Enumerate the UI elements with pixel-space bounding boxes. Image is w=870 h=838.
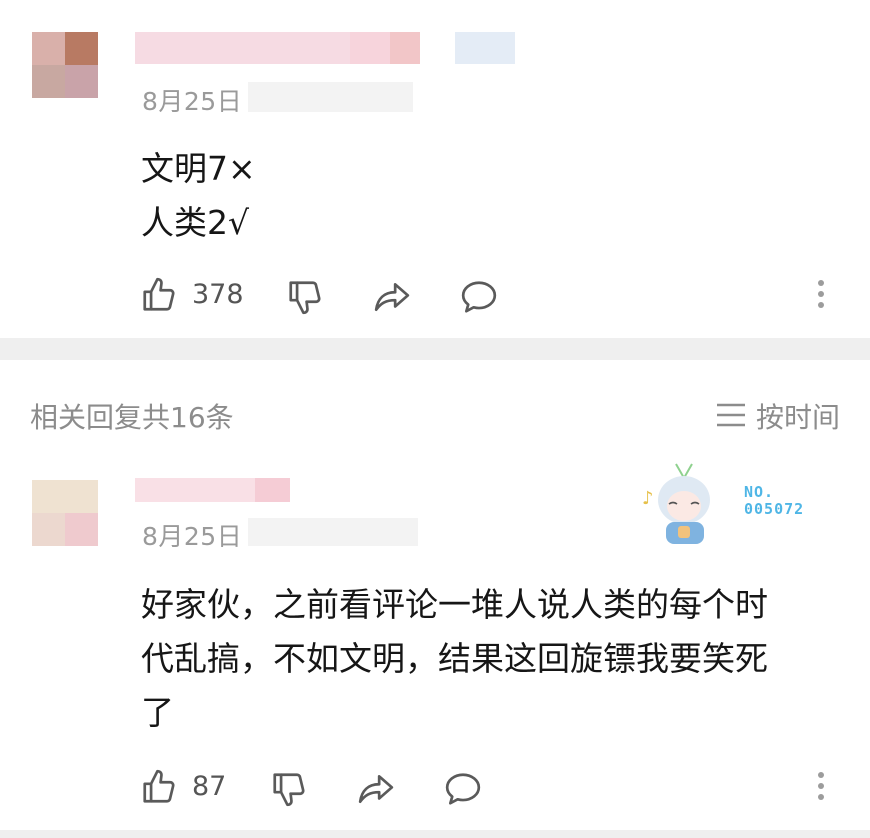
chibi-character-icon: ♪	[642, 463, 710, 544]
like-count: 87	[192, 771, 227, 802]
comment-icon[interactable]	[459, 278, 499, 316]
more-options-icon[interactable]	[818, 772, 824, 805]
username-blurred[interactable]	[135, 478, 290, 502]
avatar[interactable]	[32, 480, 98, 546]
bottom-divider	[0, 830, 870, 838]
badge-line: NO.	[744, 483, 775, 501]
fan-badge[interactable]: ♪ NO. 005072	[636, 452, 836, 552]
comment-text: 文明7× 人类2√	[141, 142, 256, 250]
reply-line: 好家伙，之前看评论一堆人说人类的每个时	[141, 585, 768, 624]
like-button[interactable]: 378	[140, 276, 250, 314]
share-icon[interactable]	[372, 278, 412, 316]
thumbs-down-icon[interactable]	[270, 770, 308, 808]
badge-line: 005072	[744, 500, 805, 518]
more-options-icon[interactable]	[818, 280, 824, 313]
comment-icon[interactable]	[443, 770, 483, 808]
sort-label: 按时间	[756, 401, 841, 434]
thumbs-up-icon	[143, 769, 175, 803]
replies-header: 相关回复共16条	[30, 401, 234, 434]
comment-line: 文明7×	[141, 149, 256, 188]
comment-line: 人类2√	[141, 203, 250, 242]
svg-text:♪: ♪	[642, 488, 654, 509]
thumbs-up-icon	[143, 277, 175, 311]
section-divider	[0, 338, 870, 360]
share-icon[interactable]	[356, 770, 396, 808]
like-button[interactable]: 87	[140, 768, 240, 806]
like-count: 378	[192, 279, 244, 310]
comment-date: 8月25日	[142, 87, 243, 116]
username-blurred[interactable]	[135, 32, 515, 64]
sort-lines-icon	[717, 403, 745, 427]
reply-line: 了	[141, 693, 174, 732]
reply-date: 8月25日	[142, 522, 243, 551]
badge-number: NO. 005072	[744, 484, 804, 518]
meta-blurred	[248, 518, 418, 546]
reply-text: 好家伙，之前看评论一堆人说人类的每个时 代乱搞，不如文明，结果这回旋镖我要笑死 …	[141, 578, 768, 740]
reply-line: 代乱搞，不如文明，结果这回旋镖我要笑死	[141, 639, 768, 678]
thumbs-down-icon[interactable]	[286, 278, 324, 316]
avatar[interactable]	[32, 32, 98, 98]
meta-blurred	[248, 82, 413, 112]
